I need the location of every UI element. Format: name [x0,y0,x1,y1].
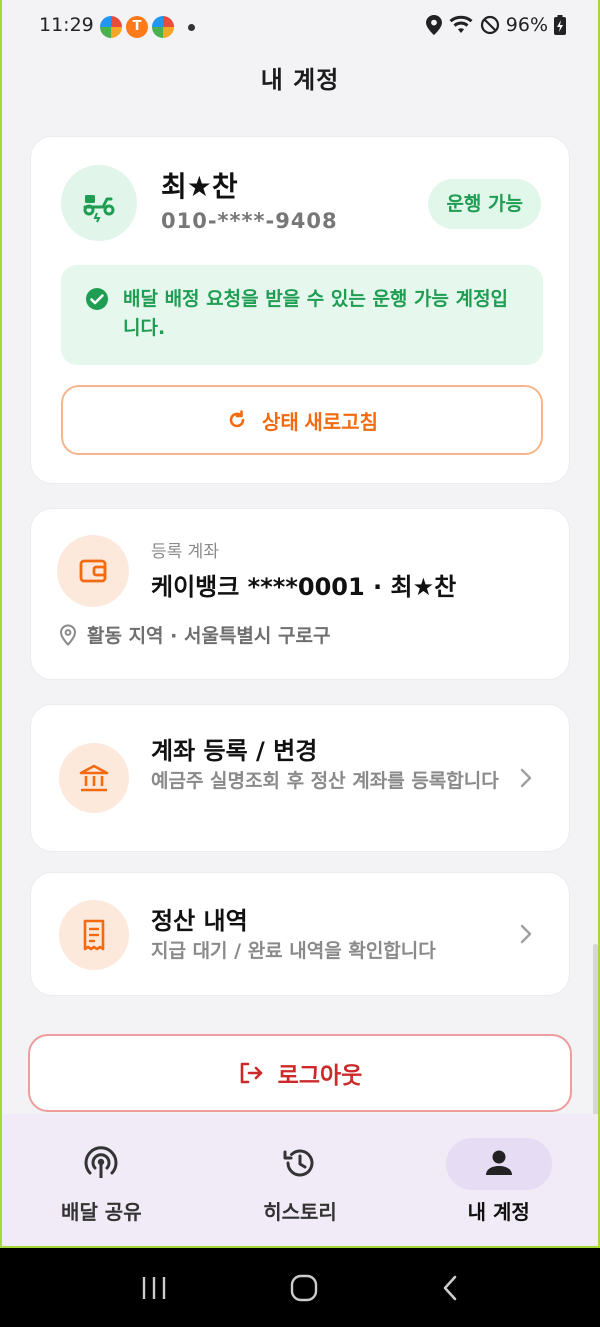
wallet-icon [79,559,107,583]
logout-label: 로그아웃 [277,1062,363,1088]
chevron-right-icon [520,768,532,788]
scrollbar[interactable] [593,944,598,1124]
driver-phone: 010-****-9408 [161,209,338,233]
broadcast-icon [84,1146,118,1178]
t-app-notification-icon: T [126,16,148,38]
nav-my-account-label: 내 계정 [467,1200,530,1224]
system-navigation-bar [0,1248,600,1327]
nav-history-label: 히스토리 [263,1200,337,1224]
wallet-badge [57,535,129,607]
history-icon [283,1149,314,1177]
account-value: 케이뱅크 ****0001 · 최★찬 [151,573,457,601]
settlement-menu-desc: 지급 대기 / 완료 내역을 확인합니다 [151,940,436,962]
check-circle-icon [86,288,108,310]
registered-account-card: 등록 계좌 케이뱅크 ****0001 · 최★찬 활동 지역 · 서울특별시 … [30,508,570,680]
bank-menu-desc: 예금주 실명조회 후 정산 계좌를 등록합니다 [151,770,499,792]
app-notification-icon [100,16,122,38]
logout-button[interactable]: 로그아웃 [28,1034,572,1112]
bank-account-menu-item[interactable]: 계좌 등록 / 변경 예금주 실명조회 후 정산 계좌를 등록합니다 [30,704,570,852]
location-pin-icon [59,623,77,646]
settlement-history-menu-item[interactable]: 정산 내역 지급 대기 / 완료 내역을 확인합니다 [30,872,570,996]
status-badge: 운행 가능 [428,179,541,229]
more-notifications-dot [188,24,195,31]
person-icon [485,1150,512,1175]
nav-my-account[interactable]: 내 계정 [399,1114,598,1246]
bank-icon-badge [59,743,129,813]
chevron-right-icon [520,924,532,944]
status-notice-text: 배달 배정 요청을 받을 수 있는 운행 가능 계정입니다. [123,288,509,339]
status-bar: 11:29 T 96% [2,0,598,52]
do-not-disturb-icon [480,15,499,35]
recent-apps-icon[interactable] [140,1275,168,1301]
settlement-menu-title: 정산 내역 [151,907,248,935]
refresh-icon [229,410,245,428]
app-header: 내 계정 [2,60,598,95]
page-title: 내 계정 [260,66,340,94]
driver-status-card: 최★찬 010-****-9408 운행 가능 배달 배정 요청을 받을 수 있… [30,136,570,484]
receipt-icon [83,919,105,951]
location-icon [425,15,442,35]
nav-delivery-share[interactable]: 배달 공유 [2,1114,201,1246]
status-time: 11:29 [39,14,94,36]
bank-icon [79,764,109,792]
nav-history[interactable]: 히스토리 [201,1114,400,1246]
refresh-status-label: 상태 새로고침 [262,411,378,434]
status-notice: 배달 배정 요청을 받을 수 있는 운행 가능 계정입니다. [61,265,543,365]
wifi-icon [449,15,473,33]
receipt-icon-badge [59,900,129,970]
nav-delivery-share-label: 배달 공유 [61,1200,142,1224]
delivery-scooter-icon [83,195,115,223]
region-row: 활동 지역 · 서울특별시 구로구 [59,621,330,648]
status-indicators: 96% [425,14,566,36]
battery-percent: 96% [505,14,548,36]
driver-avatar [61,165,137,241]
bottom-navigation: 배달 공유 히스토리 내 계정 [2,1114,598,1246]
back-icon[interactable] [440,1274,460,1302]
logout-icon [240,1062,262,1084]
bank-menu-title: 계좌 등록 / 변경 [151,737,318,765]
region-text: 활동 지역 · 서울특별시 구로구 [87,625,331,647]
app-screen: 11:29 T 96% 내 계정 최★찬 010-****-9408 운행 가능… [2,0,598,1246]
battery-charging-icon [554,15,566,35]
app-notification-icon [152,16,174,38]
driver-name: 최★찬 [161,170,238,203]
home-icon[interactable] [289,1273,319,1303]
account-label: 등록 계좌 [151,542,219,562]
refresh-status-button[interactable]: 상태 새로고침 [61,385,543,455]
